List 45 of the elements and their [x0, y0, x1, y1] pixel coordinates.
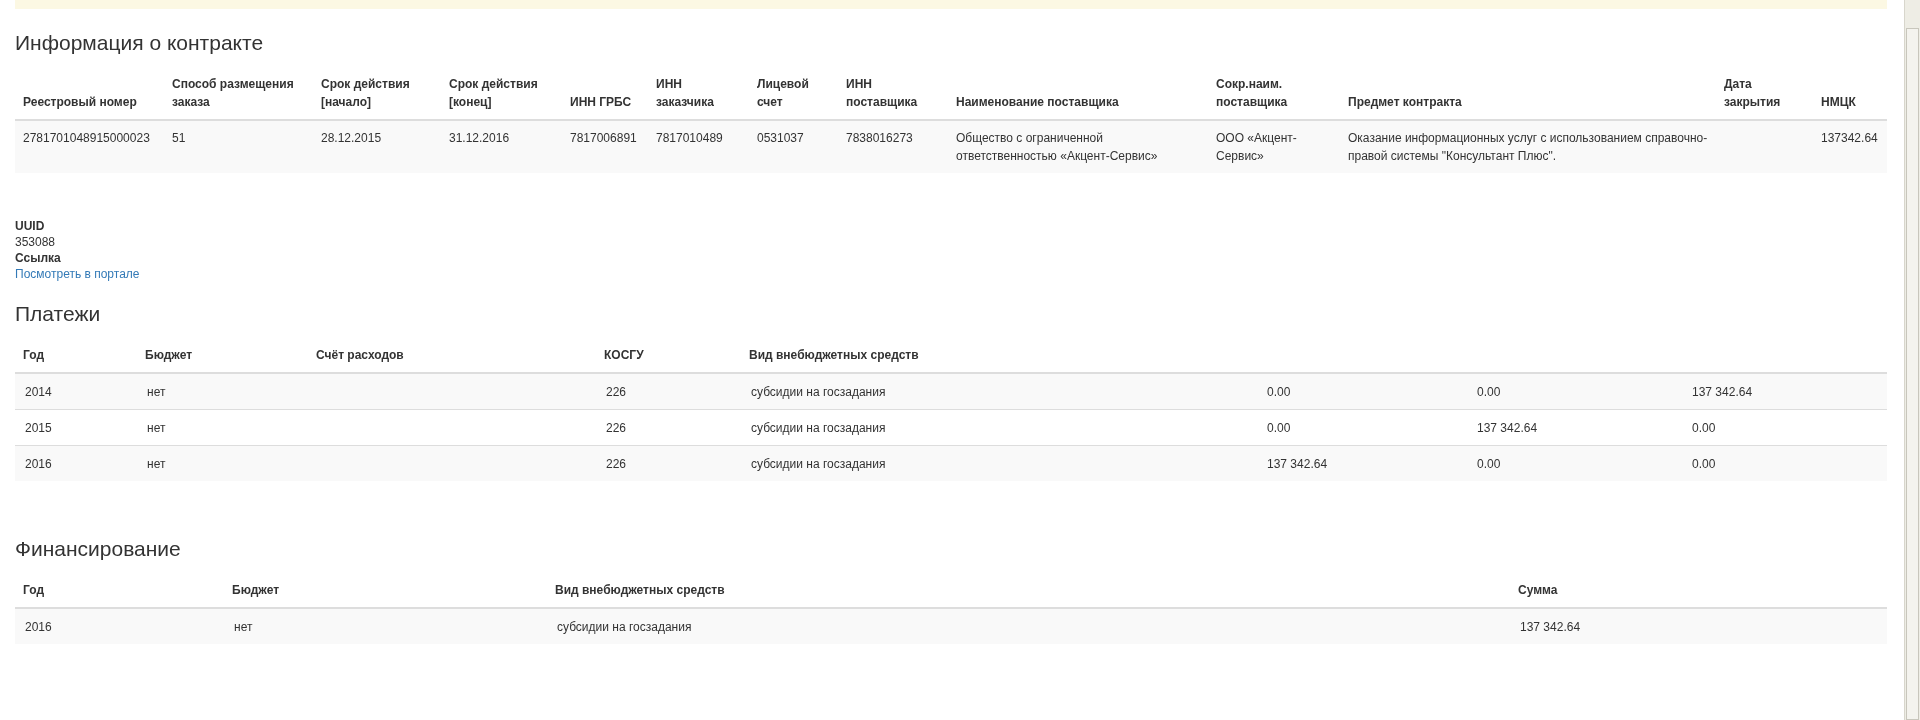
table-cell: 137 342.64	[1257, 445, 1467, 481]
table-cell: нет	[137, 373, 308, 410]
table-cell: нет	[224, 608, 547, 644]
table-cell: субсидии на госзадания	[741, 373, 1257, 410]
table-cell: 51	[164, 120, 313, 173]
table-cell: Общество с ограниченной ответственностью «Акцент-Сервис»	[948, 120, 1208, 173]
table-cell: 2016	[15, 608, 224, 644]
section-title: Платежи	[15, 302, 102, 326]
scrollbar[interactable]	[1904, 0, 1920, 720]
table-cell: 31.12.2016	[441, 120, 562, 173]
table-cell: 7817006891	[562, 120, 648, 173]
detail-label: Ссылка	[15, 250, 61, 266]
detail-value: 353088	[15, 234, 56, 250]
table-cell: 0.00	[1682, 445, 1887, 481]
section-title: Информация о контракте	[15, 31, 265, 55]
table-cell: субсидии на госзадания	[741, 445, 1257, 481]
detail-label: UUID	[15, 218, 45, 234]
table-cell: 0.00	[1257, 409, 1467, 446]
table-cell: ООО «Акцент-Сервис»	[1208, 120, 1340, 173]
table-cell: 2781701048915000023	[15, 120, 164, 173]
table-cell: 28.12.2015	[313, 120, 441, 173]
table-cell: 226	[596, 373, 741, 410]
section-title: Финансирование	[15, 537, 182, 561]
table-cell: субсидии на госзадания	[547, 608, 1510, 644]
table-cell: 2016	[15, 445, 137, 481]
table-cell: 0531037	[749, 120, 838, 173]
table-cell: 137 342.64	[1682, 373, 1887, 410]
portal-link[interactable]: Посмотреть в портале	[15, 266, 140, 282]
table-cell: 137 342.64	[1510, 608, 1887, 644]
table-cell: субсидии на госзадания	[741, 409, 1257, 446]
table-cell: 2014	[15, 373, 137, 410]
table-cell: 0.00	[1467, 445, 1682, 481]
table-cell: Оказание информационных услуг с использованием справочно-правой системы "Консультант Плюс".	[1340, 120, 1716, 173]
table-cell: нет	[137, 409, 308, 446]
table-cell: 7838016273	[838, 120, 948, 173]
table-cell: 226	[596, 409, 741, 446]
table-cell: нет	[137, 445, 308, 481]
table-cell: 0.00	[1682, 409, 1887, 446]
table-cell: 2015	[15, 409, 137, 446]
table-cell: 137 342.64	[1467, 409, 1682, 446]
table-cell: 226	[596, 445, 741, 481]
table-cell: 7817010489	[648, 120, 749, 173]
table-cell: 0.00	[1467, 373, 1682, 410]
table-cell: 137342.64	[1813, 120, 1887, 173]
table-cell: 0.00	[1257, 373, 1467, 410]
